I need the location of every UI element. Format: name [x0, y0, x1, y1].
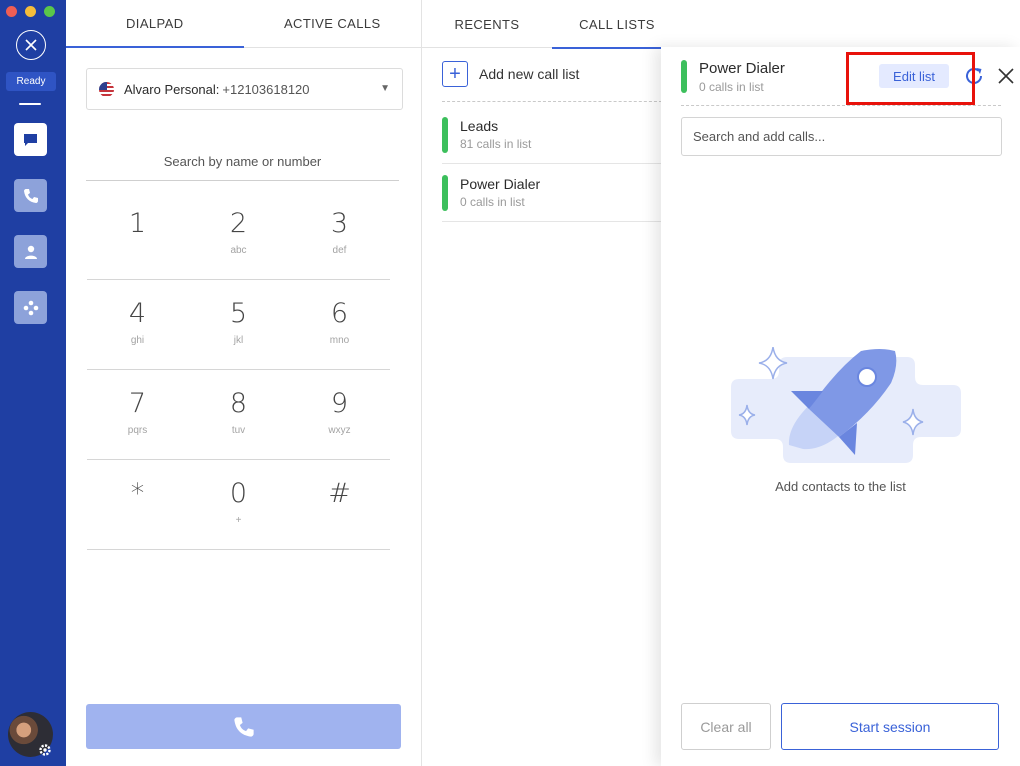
search-add-calls-input[interactable]: [681, 117, 1002, 156]
caller-id-name: Alvaro Personal:: [124, 81, 220, 97]
call-button[interactable]: [86, 704, 401, 749]
tab-active-calls[interactable]: ACTIVE CALLS: [244, 0, 422, 47]
key-letters: jkl: [233, 335, 244, 346]
us-flag-icon: [99, 81, 114, 97]
key-letters: mno: [329, 335, 350, 346]
key-letters: +: [235, 515, 242, 526]
key-2[interactable]: 2 abc: [188, 190, 289, 279]
close-drawer-button[interactable]: [994, 64, 1018, 88]
key-letters: wxyz: [328, 425, 351, 436]
window-minimize-button[interactable]: [25, 6, 36, 17]
call-list-detail-drawer: Power Dialer 0 calls in list Edit list A…: [661, 47, 1020, 766]
close-icon: [25, 39, 37, 51]
caller-id-number: +12103618120: [222, 81, 310, 97]
list-color-bar: [681, 60, 687, 93]
key-digit: 5: [229, 298, 248, 329]
edit-list-button[interactable]: Edit list: [879, 64, 949, 88]
window-close-button[interactable]: [6, 6, 17, 17]
keypad-row: * 0 + #: [87, 460, 390, 550]
dialpad-tabs: DIALPAD ACTIVE CALLS: [66, 0, 421, 48]
sidebar-divider: [19, 103, 41, 105]
status-badge[interactable]: Ready: [6, 72, 56, 91]
empty-state-message: Add contacts to the list: [775, 479, 906, 494]
key-digit: 8: [229, 388, 248, 419]
key-letters: abc: [230, 245, 247, 256]
list-color-bar: [442, 174, 448, 211]
keypad: 1 2 abc 3 def 4 ghi 5 jkl 6 mno 7 pqrs 8 tuv 9 w…: [87, 190, 390, 550]
app-sidebar: Ready: [0, 0, 66, 766]
tab-recents[interactable]: RECENTS: [422, 0, 552, 48]
key-digit: #: [328, 478, 351, 509]
chat-icon: [24, 133, 37, 146]
key-digit: 4: [128, 298, 147, 329]
refresh-icon: [966, 67, 982, 84]
key-digit: 7: [128, 388, 147, 419]
key-letters: def: [332, 245, 347, 256]
key-digit: 1: [128, 208, 147, 239]
list-count: 0 calls in list: [460, 195, 525, 209]
list-title: Power Dialer: [460, 176, 541, 192]
phone-icon: [23, 188, 38, 203]
key-8[interactable]: 8 tuv: [188, 370, 289, 459]
settings-button[interactable]: [37, 742, 53, 758]
add-call-list-button[interactable]: + Add new call list: [442, 60, 662, 102]
list-title: Leads: [460, 118, 499, 134]
key-hash[interactable]: #: [289, 460, 390, 549]
key-digit: 6: [330, 298, 349, 329]
key-0[interactable]: 0 +: [188, 460, 289, 549]
key-digit: 3: [330, 208, 349, 239]
person-icon: [24, 245, 37, 259]
key-letters: tuv: [231, 425, 246, 436]
key-letters: pqrs: [127, 425, 148, 436]
window-zoom-button[interactable]: [44, 6, 55, 17]
sidebar-item-contacts[interactable]: [14, 235, 47, 268]
key-4[interactable]: 4 ghi: [87, 280, 188, 369]
key-star[interactable]: *: [87, 460, 188, 549]
dialpad-panel: DIALPAD ACTIVE CALLS Alvaro Personal: +1…: [66, 0, 422, 766]
key-digit: 2: [229, 208, 248, 239]
list-item[interactable]: Leads 81 calls in list: [442, 106, 662, 164]
window-controls: [6, 6, 55, 17]
key-digit: 0: [229, 478, 248, 509]
key-letters: ghi: [130, 335, 145, 346]
rocket-illustration: [731, 347, 961, 463]
gear-icon: [39, 744, 51, 756]
call-lists-tabs: RECENTS CALL LISTS: [422, 0, 1020, 49]
sidebar-item-messages[interactable]: [14, 123, 47, 156]
tab-call-lists[interactable]: CALL LISTS: [552, 0, 682, 49]
plus-icon: +: [442, 60, 468, 87]
key-digit: 9: [330, 388, 349, 419]
key-5[interactable]: 5 jkl: [188, 280, 289, 369]
list-color-bar: [442, 116, 448, 153]
key-1[interactable]: 1: [87, 190, 188, 279]
key-3[interactable]: 3 def: [289, 190, 390, 279]
drawer-title: Power Dialer: [699, 60, 785, 77]
list-count: 81 calls in list: [460, 137, 532, 151]
key-9[interactable]: 9 wxyz: [289, 370, 390, 459]
close-circle-button[interactable]: [16, 30, 46, 60]
drawer-header: Power Dialer 0 calls in list Edit list: [681, 60, 1014, 106]
clear-all-button[interactable]: Clear all: [681, 703, 771, 750]
caret-down-icon: ▼: [380, 83, 390, 94]
refresh-button[interactable]: [961, 63, 987, 89]
key-6[interactable]: 6 mno: [289, 280, 390, 369]
tab-dialpad[interactable]: DIALPAD: [66, 0, 244, 48]
sidebar-item-calls[interactable]: [14, 179, 47, 212]
close-icon: [998, 68, 1014, 84]
add-call-list-label: Add new call list: [479, 65, 580, 82]
keypad-row: 1 2 abc 3 def: [87, 190, 390, 280]
key-digit: *: [130, 478, 145, 509]
phone-icon: [233, 716, 254, 737]
keypad-row: 7 pqrs 8 tuv 9 wxyz: [87, 370, 390, 460]
keypad-row: 4 ghi 5 jkl 6 mno: [87, 280, 390, 370]
key-7[interactable]: 7 pqrs: [87, 370, 188, 459]
start-session-button[interactable]: Start session: [781, 703, 999, 750]
dial-search-input[interactable]: Search by name or number: [86, 150, 399, 181]
drawer-count: 0 calls in list: [699, 80, 764, 94]
apps-icon: [23, 300, 38, 315]
sidebar-item-integrations[interactable]: [14, 291, 47, 324]
caller-id-select[interactable]: Alvaro Personal: +12103618120 ▼: [86, 68, 403, 110]
list-item[interactable]: Power Dialer 0 calls in list: [442, 164, 662, 222]
